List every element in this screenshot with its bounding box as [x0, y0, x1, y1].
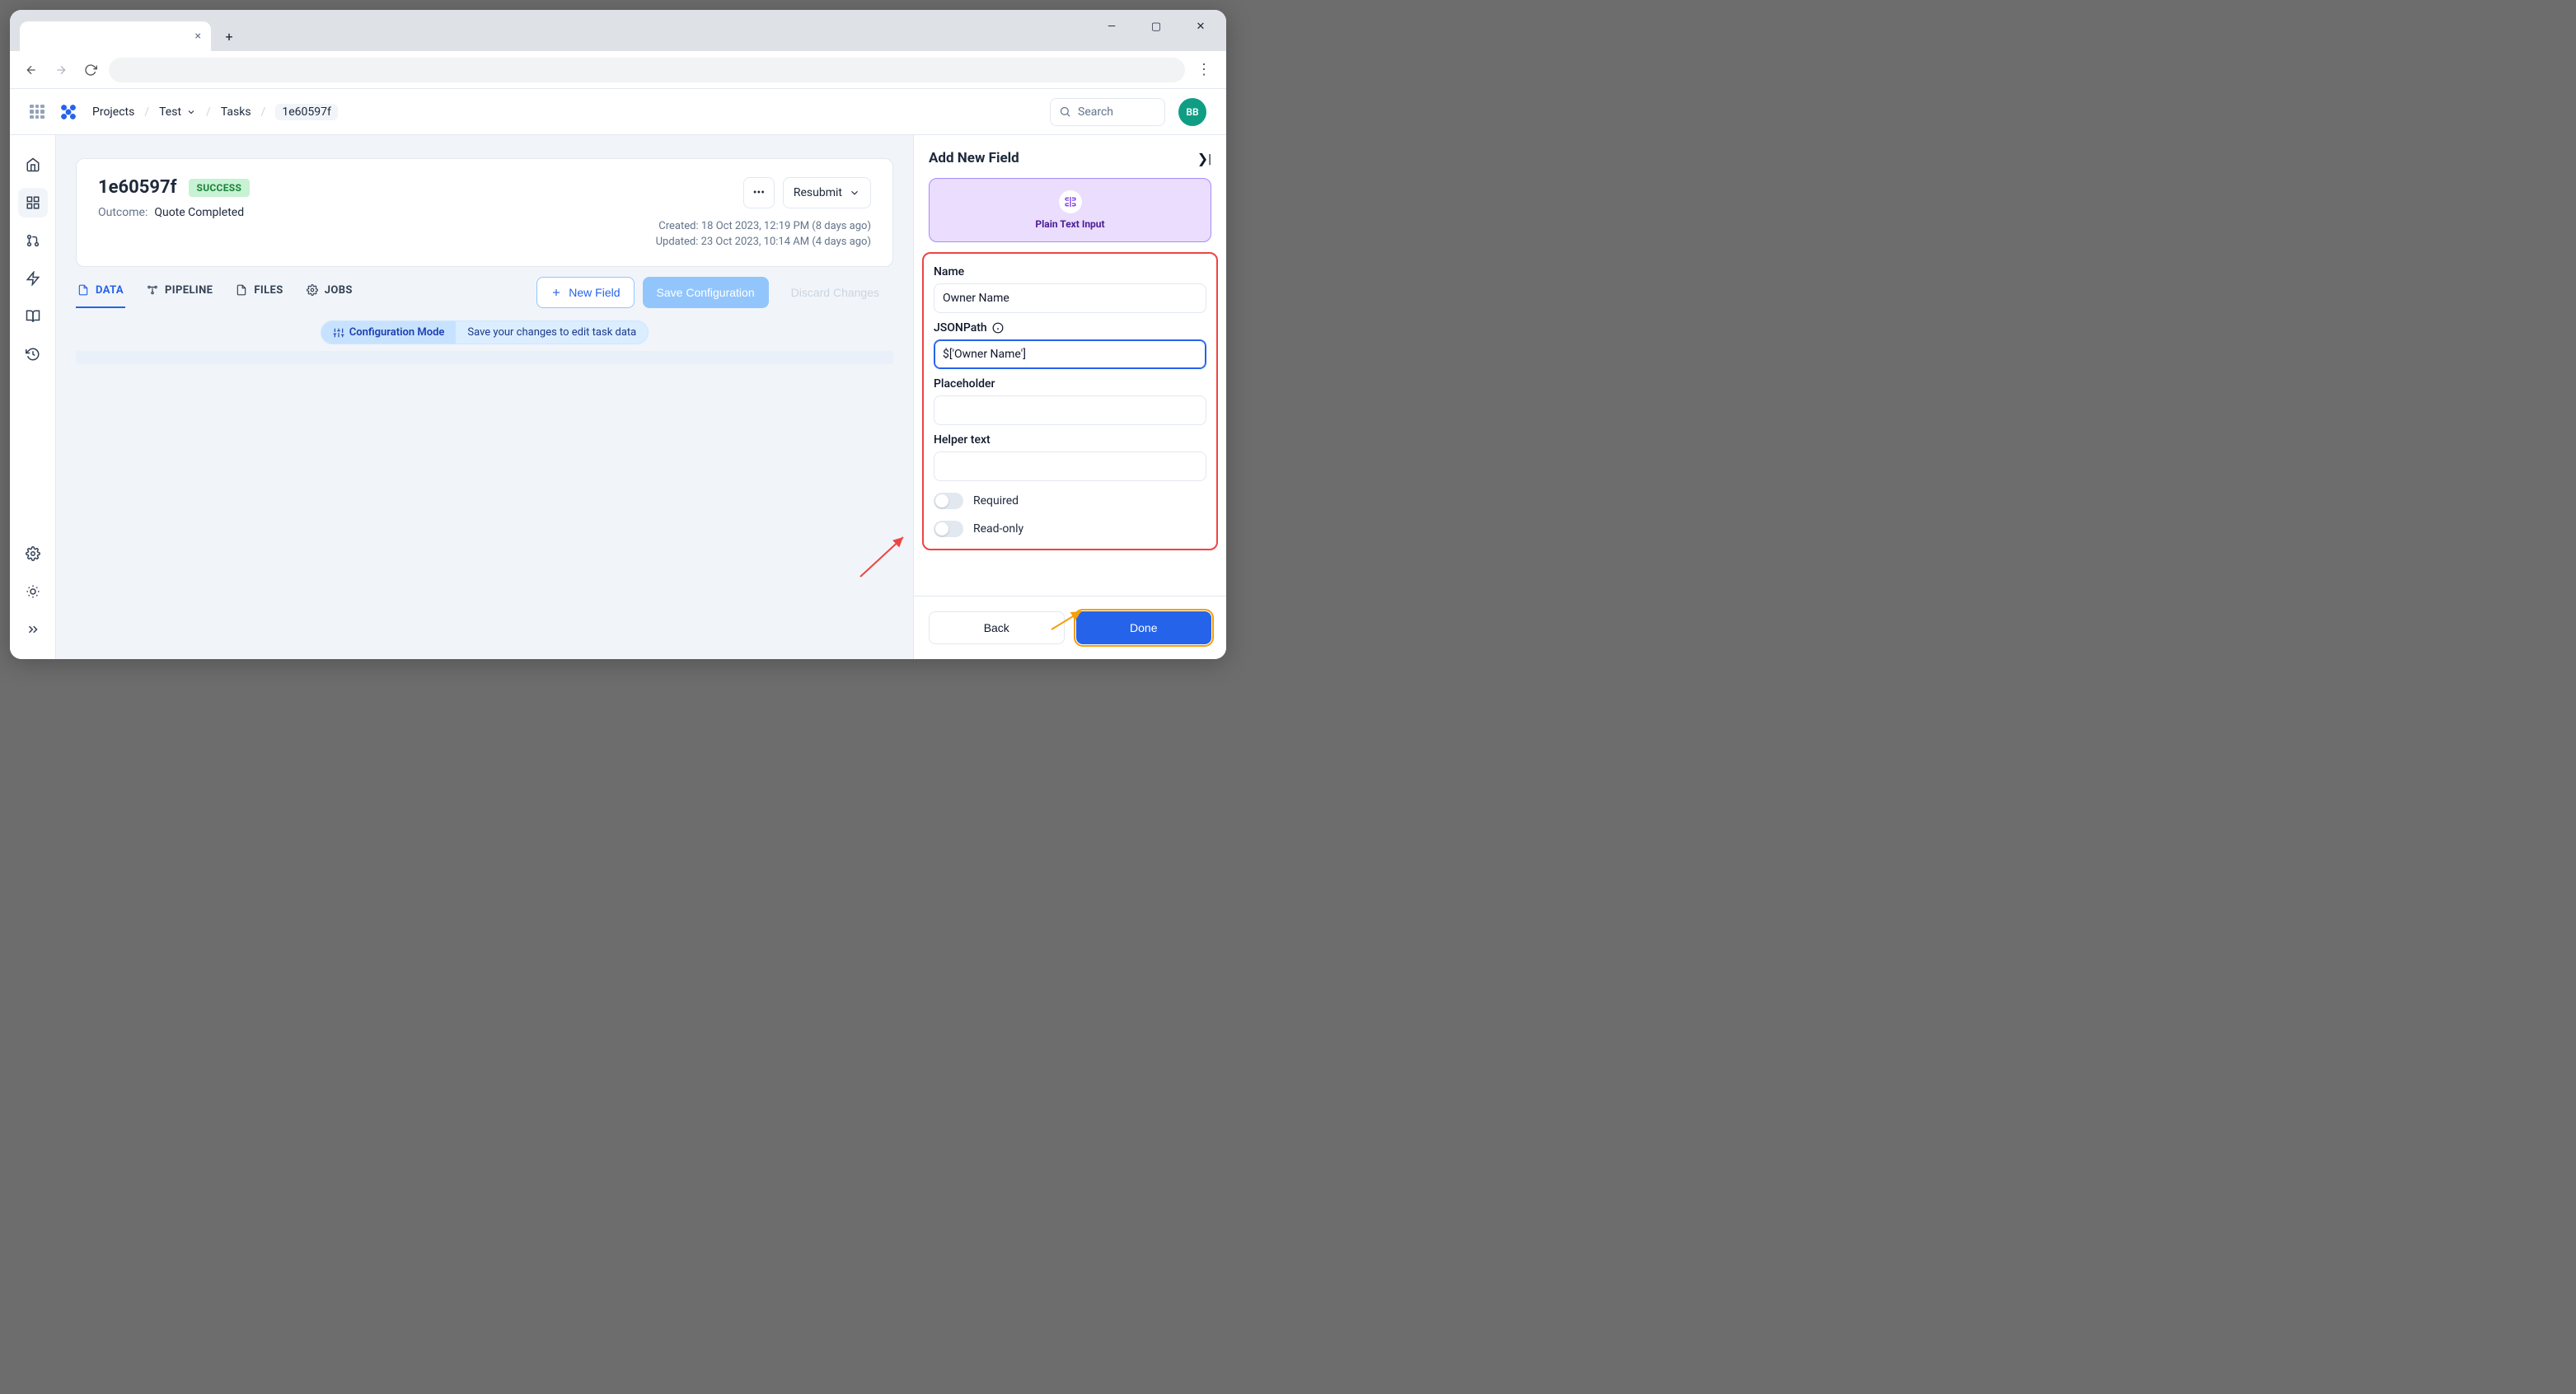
task-card: 1e60597f SUCCESS Outcome: Quote Complete… — [76, 158, 893, 267]
sun-icon[interactable] — [18, 577, 48, 606]
browser-back-icon[interactable] — [20, 58, 43, 82]
side-rail — [10, 135, 56, 659]
pull-request-icon[interactable] — [18, 226, 48, 255]
apps-icon[interactable] — [18, 188, 48, 218]
home-icon[interactable] — [18, 150, 48, 180]
name-input[interactable] — [934, 283, 1206, 313]
panel-title: Add New Field — [929, 150, 1019, 166]
history-icon[interactable] — [18, 339, 48, 369]
app-header: Projects / Test / Tasks / 1e60597f Searc… — [10, 89, 1226, 135]
tab-bar: DATA PIPELINE FILES JOBS — [76, 277, 893, 309]
browser-menu-icon[interactable]: ⋮ — [1192, 61, 1216, 78]
new-field-button[interactable]: New Field — [536, 277, 634, 308]
created-meta: Created: 18 Oct 2023, 12:19 PM (8 days a… — [658, 220, 871, 232]
discard-changes-button: Discard Changes — [777, 277, 893, 308]
window-close[interactable]: ✕ — [1182, 13, 1220, 40]
main-content: 1e60597f SUCCESS Outcome: Quote Complete… — [56, 135, 913, 659]
empty-data-strip — [76, 351, 893, 364]
bolt-icon[interactable] — [18, 264, 48, 293]
readonly-label: Read-only — [973, 522, 1023, 536]
placeholder-label: Placeholder — [934, 377, 1206, 391]
helper-label: Helper text — [934, 433, 1206, 447]
search-icon — [1059, 105, 1071, 118]
text-input-type-icon — [1059, 190, 1082, 213]
plus-icon: + — [225, 29, 232, 44]
browser-window: × + — ▢ ✕ ⋮ Projects / — [10, 10, 1226, 659]
window-controls: — ▢ ✕ — [1093, 13, 1220, 40]
chevrons-right-icon[interactable] — [18, 615, 48, 644]
breadcrumb-projects[interactable]: Projects — [92, 105, 134, 119]
outcome-label: Outcome: — [98, 206, 148, 219]
outcome-value: Quote Completed — [154, 206, 244, 219]
required-toggle[interactable] — [934, 493, 963, 509]
save-config-button[interactable]: Save Configuration — [643, 277, 769, 308]
file-icon — [77, 284, 89, 296]
window-maximize[interactable]: ▢ — [1137, 13, 1175, 40]
app-body: 1e60597f SUCCESS Outcome: Quote Complete… — [10, 135, 1226, 659]
plus-icon — [550, 287, 562, 298]
placeholder-input[interactable] — [934, 395, 1206, 425]
apps-grid-icon[interactable] — [30, 105, 44, 119]
config-mode-banner: Configuration Mode Save your changes to … — [321, 320, 649, 344]
readonly-toggle[interactable] — [934, 521, 963, 537]
tab-pipeline[interactable]: PIPELINE — [145, 278, 214, 308]
book-icon[interactable] — [18, 302, 48, 331]
name-label: Name — [934, 265, 1206, 278]
required-label: Required — [973, 494, 1019, 508]
gear-icon — [307, 284, 318, 296]
avatar[interactable]: BB — [1178, 98, 1206, 126]
files-icon — [236, 284, 247, 296]
chevron-down-icon — [849, 187, 860, 199]
pipeline-icon — [147, 284, 158, 296]
resubmit-button[interactable]: Resubmit — [783, 177, 871, 208]
jsonpath-label: JSONPath — [934, 321, 1206, 334]
breadcrumb-project[interactable]: Test — [159, 105, 196, 119]
breadcrumb-tasks[interactable]: Tasks — [221, 105, 251, 119]
task-id: 1e60597f — [98, 177, 177, 198]
browser-reload-icon[interactable] — [79, 58, 102, 82]
side-panel: Add New Field ❯| Plain Text Input Name J… — [913, 135, 1226, 659]
field-config-form: Name JSONPath Placeholder Helper text Re… — [922, 252, 1218, 550]
browser-url-bar[interactable] — [109, 58, 1185, 82]
window-minimize[interactable]: — — [1093, 13, 1131, 40]
info-icon[interactable] — [992, 322, 1004, 334]
breadcrumb-task-id: 1e60597f — [275, 104, 338, 120]
more-button[interactable]: ••• — [743, 177, 775, 208]
back-button[interactable]: Back — [929, 611, 1065, 644]
chevron-down-icon — [186, 107, 196, 117]
brand-logo-icon[interactable] — [58, 101, 79, 123]
done-button[interactable]: Done — [1076, 611, 1212, 644]
sliders-icon — [333, 327, 344, 339]
browser-toolbar: ⋮ — [10, 51, 1226, 89]
breadcrumb: Projects / Test / Tasks / 1e60597f — [92, 104, 338, 120]
updated-meta: Updated: 23 Oct 2023, 10:14 AM (4 days a… — [656, 236, 871, 248]
tab-data[interactable]: DATA — [76, 278, 125, 308]
jsonpath-input[interactable] — [934, 339, 1206, 369]
new-tab-button[interactable]: + — [218, 25, 241, 48]
ellipsis-icon: ••• — [753, 186, 765, 199]
panel-collapse-icon[interactable]: ❯| — [1197, 151, 1211, 166]
tab-jobs[interactable]: JOBS — [305, 278, 354, 308]
helper-input[interactable] — [934, 451, 1206, 481]
gear-icon[interactable] — [18, 539, 48, 568]
browser-tab[interactable]: × — [20, 21, 211, 51]
status-badge: SUCCESS — [189, 179, 251, 197]
browser-tab-strip: × + — ▢ ✕ — [10, 10, 1226, 51]
close-tab-icon[interactable]: × — [195, 30, 201, 43]
field-type-card[interactable]: Plain Text Input — [929, 178, 1211, 242]
browser-forward-icon — [49, 58, 73, 82]
search-input[interactable]: Search — [1050, 98, 1165, 126]
tab-files[interactable]: FILES — [234, 278, 284, 308]
